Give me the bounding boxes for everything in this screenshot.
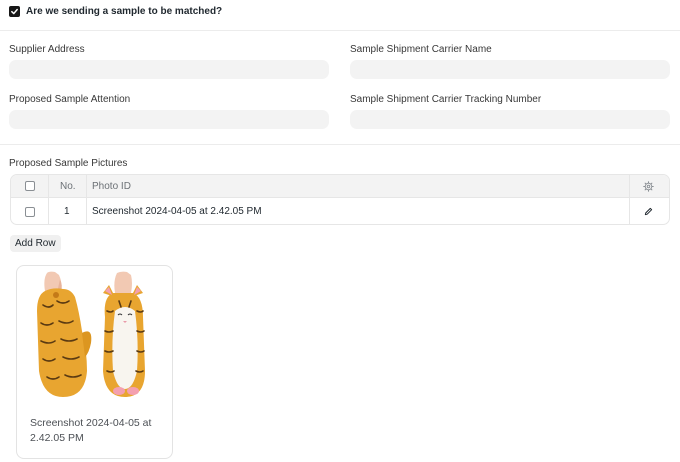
match-sample-checkbox[interactable] [9,6,20,17]
add-row-button[interactable]: Add Row [10,235,61,252]
proposed-sample-pictures-label: Proposed Sample Pictures [9,158,128,169]
attachment-caption: Screenshot 2024-04-05 at 2.42.05 PM [30,417,152,444]
row-photo-id[interactable]: Screenshot 2024-04-05 at 2.42.05 PM [92,198,262,224]
column-header-photo-id: Photo ID [92,180,131,192]
row-edit-button[interactable] [644,198,653,224]
match-sample-label: Are we sending a sample to be matched? [26,6,223,17]
sample-shipment-carrier-name-label: Sample Shipment Carrier Name [350,44,492,55]
check-icon [11,8,18,15]
select-all-checkbox[interactable] [25,181,35,191]
sample-shipment-carrier-name-field[interactable] [350,60,670,79]
supplier-address-field[interactable] [9,60,329,79]
cat-oven-mitts-image [37,271,145,397]
gear-icon [643,180,654,192]
column-header-no: No. [60,180,76,192]
match-sample-checkbox-row[interactable]: Are we sending a sample to be matched? [9,6,222,17]
proposed-sample-attention-label: Proposed Sample Attention [9,94,131,105]
table-header: No. Photo ID [11,175,669,198]
attachment-preview-card[interactable]: Screenshot 2024-04-05 at 2.42.05 PM [16,265,173,459]
pencil-icon [644,207,653,216]
table-row[interactable]: 1 Screenshot 2024-04-05 at 2.42.05 PM [11,198,669,224]
row-select-checkbox[interactable] [25,206,35,217]
sample-shipment-carrier-tracking-number-label: Sample Shipment Carrier Tracking Number [350,94,542,105]
proposed-sample-pictures-table: No. Photo ID 1 Screenshot 2024-04-05 at … [10,174,670,225]
proposed-sample-attention-field[interactable] [9,110,329,129]
row-number: 1 [64,206,70,217]
sample-shipment-carrier-tracking-number-field[interactable] [350,110,670,129]
supplier-address-label: Supplier Address [9,44,85,55]
section-divider [0,144,680,145]
section-divider [0,30,680,31]
column-settings-button[interactable] [643,175,654,197]
